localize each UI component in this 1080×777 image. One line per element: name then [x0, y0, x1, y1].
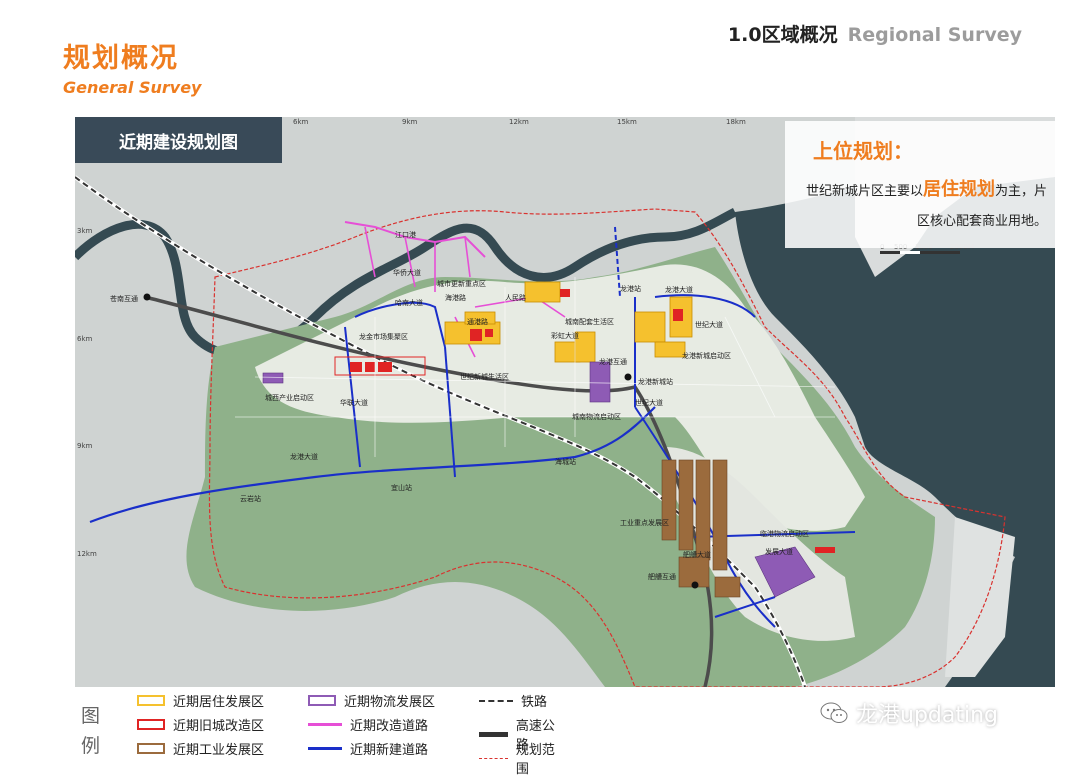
legend-title-1: 图 [81, 705, 101, 727]
svg-text:彩虹大道: 彩虹大道 [551, 331, 579, 340]
legend-residential: 近期居住发展区 [137, 691, 264, 710]
svg-text:6km: 6km [77, 335, 93, 343]
upper-plan-title: 上位规划： [813, 139, 913, 163]
svg-text:城南物流启动区: 城南物流启动区 [572, 412, 621, 421]
svg-text:龙港大道: 龙港大道 [290, 452, 318, 461]
svg-text:海城站: 海城站 [555, 457, 576, 466]
legend-label: 近期新建道路 [350, 743, 429, 758]
watermark: 龙港updating [820, 697, 998, 729]
legend-plan-boundary: 规划范围 [479, 739, 560, 777]
legend-new-road: 近期新建道路 [308, 739, 428, 758]
svg-text:发展大道: 发展大道 [765, 547, 793, 556]
legend-industrial: 近期工业发展区 [137, 739, 264, 758]
svg-text:3km: 3km [77, 227, 93, 235]
svg-text:华联大道: 华联大道 [340, 398, 368, 407]
svg-text:龙港互通: 龙港互通 [599, 357, 627, 366]
logistics-swatch [308, 695, 336, 706]
new-road-swatch [308, 747, 342, 750]
svg-text:江口港: 江口港 [395, 230, 416, 239]
svg-text:9km: 9km [77, 442, 93, 450]
expressway-swatch [479, 731, 508, 737]
legend-renovation-road: 近期改造道路 [308, 715, 428, 734]
upper-plan-highlight: 居住规划 [922, 179, 995, 200]
svg-text:12km: 12km [509, 118, 529, 126]
section-title: 1.0区域概况 Regional Survey [728, 20, 1022, 47]
svg-text:龙港新城启动区: 龙港新城启动区 [682, 351, 731, 360]
svg-text:华侨大道: 华侨大道 [393, 268, 421, 277]
svg-text:9km: 9km [402, 118, 418, 126]
svg-text:6km: 6km [293, 118, 309, 126]
map-legend: 图例 近期居住发展区 近期旧城改造区 近期工业发展区 近期物流发展区 近期改造道… [75, 687, 560, 777]
svg-text:龙港新城站: 龙港新城站 [638, 377, 673, 386]
legend-label: 铁路 [521, 695, 548, 710]
map-title: 近期建设规划图 [75, 117, 282, 163]
svg-text:城市更新重点区: 城市更新重点区 [437, 279, 486, 288]
legend-title: 图例 [81, 701, 100, 761]
svg-text:通港路: 通港路 [467, 317, 488, 326]
legend-label: 近期物流发展区 [344, 695, 436, 710]
legend-railway: 铁路 [479, 691, 547, 710]
svg-text:宜山站: 宜山站 [391, 483, 412, 492]
old-town-swatch [137, 719, 165, 730]
legend-old-town: 近期旧城改造区 [137, 715, 264, 734]
svg-text:世纪新城生活区: 世纪新城生活区 [460, 372, 509, 381]
boundary-swatch [479, 757, 508, 759]
svg-text:工业重点发展区: 工业重点发展区 [620, 518, 669, 527]
legend-label: 近期工业发展区 [173, 743, 265, 758]
upper-plan-text: 世纪新城片区主要以居住规划为主，片区核心配套商业用地。 [797, 175, 1047, 237]
legend-label: 近期改造道路 [350, 719, 429, 734]
svg-text:人民路: 人民路 [505, 293, 526, 302]
svg-text:世纪大道: 世纪大道 [635, 398, 663, 407]
svg-text:哈南大道: 哈南大道 [395, 298, 423, 307]
legend-title-2: 例 [81, 735, 101, 757]
svg-text:龙港站: 龙港站 [620, 284, 641, 293]
svg-text:云岩站: 云岩站 [240, 494, 261, 503]
planning-map[interactable]: 苍南互通 江口港 华侨大道 哈南大道 城市更新重点区 海港路 人民路 龙金市场集… [75, 117, 1055, 687]
svg-text:舥艚互通: 舥艚互通 [648, 572, 676, 581]
railway-swatch [479, 699, 513, 702]
page-subtitle: General Survey [63, 78, 202, 97]
svg-text:城西产业启动区: 城西产业启动区 [265, 393, 314, 402]
upper-plan-box: 上位规划： 世纪新城片区主要以居住规划为主，片区核心配套商业用地。 [785, 121, 1055, 248]
industrial-swatch [137, 743, 165, 754]
svg-text:苍南互通: 苍南互通 [110, 294, 138, 303]
legend-logistics: 近期物流发展区 [308, 691, 435, 710]
section-en: Regional Survey [847, 24, 1022, 46]
residential-swatch [137, 695, 165, 706]
svg-text:海港路: 海港路 [445, 293, 466, 302]
svg-text:城南配套生活区: 城南配套生活区 [565, 317, 614, 326]
watermark-text: 龙港updating [856, 703, 999, 728]
legend-label: 近期居住发展区 [173, 695, 265, 710]
legend-label: 近期旧城改造区 [173, 719, 265, 734]
upper-plan-prefix: 世纪新城片区主要以 [805, 184, 923, 199]
svg-text:12km: 12km [77, 550, 97, 558]
section-cn: 1.0区域概况 [727, 24, 838, 46]
svg-text:龙金市场集聚区: 龙金市场集聚区 [359, 332, 408, 341]
svg-text:15km: 15km [617, 118, 637, 126]
svg-text:龙港大道: 龙港大道 [665, 285, 693, 294]
svg-text:18km: 18km [726, 118, 746, 126]
page-title: 规划概况 [63, 43, 179, 74]
renovation-road-swatch [308, 723, 342, 726]
wechat-icon [820, 702, 848, 723]
svg-text:世纪大道: 世纪大道 [695, 320, 723, 329]
svg-text:舥艚大道: 舥艚大道 [683, 550, 711, 559]
svg-text:临港物流启动区: 临港物流启动区 [760, 529, 809, 538]
legend-label: 规划范围 [515, 743, 555, 777]
